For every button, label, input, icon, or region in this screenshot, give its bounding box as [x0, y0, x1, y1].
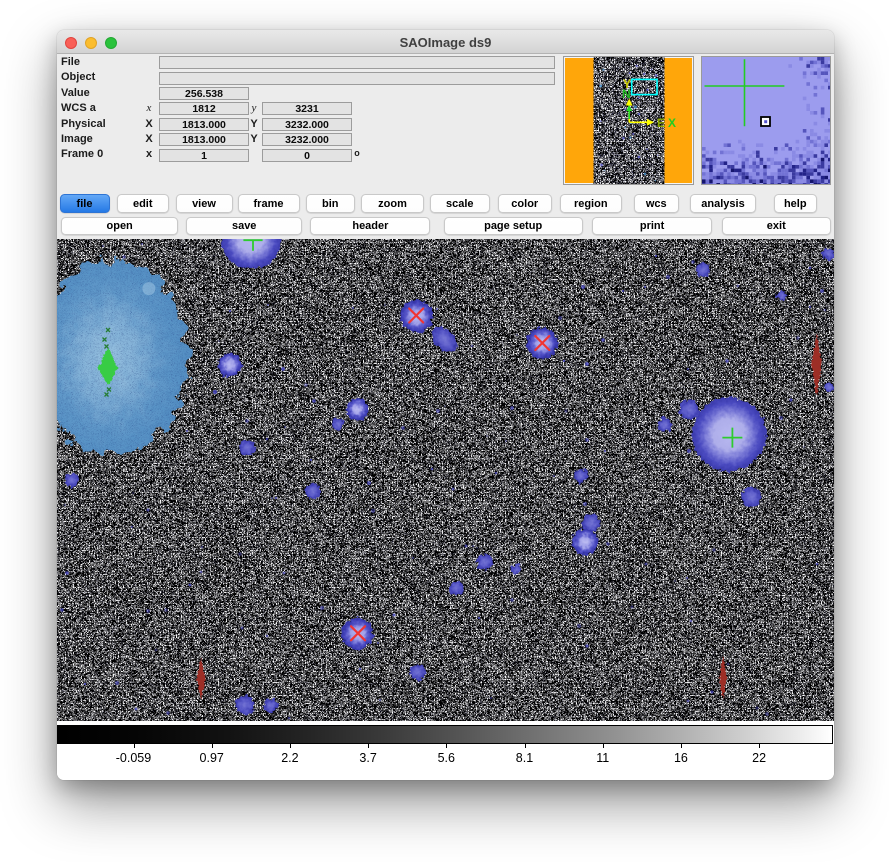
- svg-text:E: E: [657, 116, 665, 130]
- svg-text:N: N: [622, 87, 631, 101]
- svg-text:X: X: [668, 116, 676, 130]
